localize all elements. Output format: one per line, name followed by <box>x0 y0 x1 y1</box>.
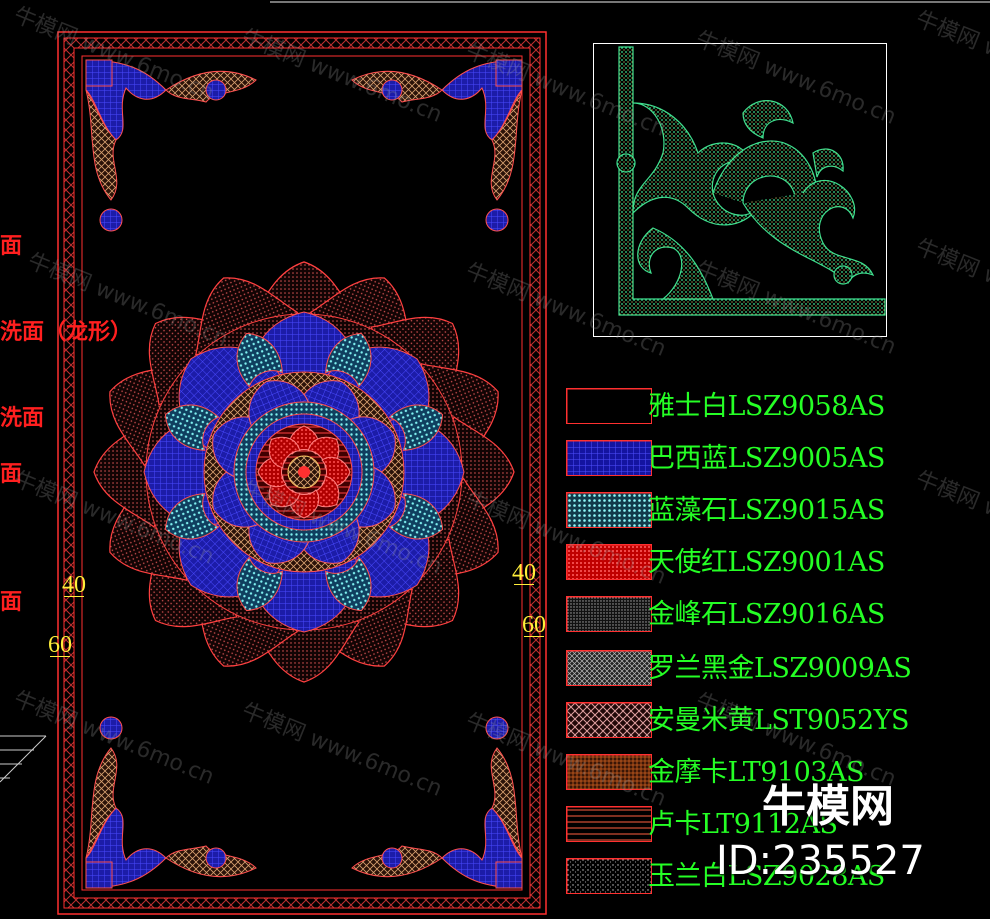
legend-swatch-red-dots <box>566 544 652 580</box>
dimension-right-60: 60 <box>522 612 546 638</box>
corner-ornament-detail <box>593 43 887 337</box>
material-note-3: 洗面 <box>0 406 45 431</box>
legend-swatch-sparse-dots <box>566 858 652 894</box>
legend-label: 天使红LSZ9001AS <box>648 547 885 578</box>
legend-label: 安曼米黄LST9052YS <box>648 705 909 736</box>
legend-label: 蓝藻石LSZ9015AS <box>648 495 885 526</box>
material-note-5: 面 <box>0 590 23 615</box>
dimension-left-40: 40 <box>62 572 86 598</box>
cad-drawing-canvas: 面 洗面（龙形） 洗面 面 面 40 60 40 60 雅士白LSZ9058AS… <box>0 0 990 919</box>
legend-label: 罗兰黑金LSZ9009AS <box>648 653 912 684</box>
dimension-right-40: 40 <box>512 560 536 586</box>
legend-label: 金峰石LSZ9016AS <box>648 599 885 630</box>
material-note-4: 面 <box>0 462 23 487</box>
model-id-text: ID:235527 <box>716 838 925 884</box>
dimension-left-60: 60 <box>48 632 72 658</box>
legend-swatch-fine-dots <box>566 596 652 632</box>
medallion-floor-plan <box>57 31 547 915</box>
legend-swatch-cyan-dots <box>566 492 652 528</box>
material-note-2: 洗面（龙形） <box>0 320 133 345</box>
legend-swatch-orange-hatch <box>566 754 652 790</box>
legend-swatch-plain <box>566 388 652 424</box>
legend-swatch-cross-hatch <box>566 702 652 738</box>
legend-label: 雅士白LSZ9058AS <box>648 391 885 422</box>
brand-logo-text: 牛模网 <box>762 781 894 832</box>
material-note-1: 面 <box>0 234 23 259</box>
legend-swatch-blue-grid <box>566 440 652 476</box>
legend-swatch-lines <box>566 806 652 842</box>
legend-label: 巴西蓝LSZ9005AS <box>648 443 885 474</box>
legend-swatch-gray-grid <box>566 650 652 686</box>
